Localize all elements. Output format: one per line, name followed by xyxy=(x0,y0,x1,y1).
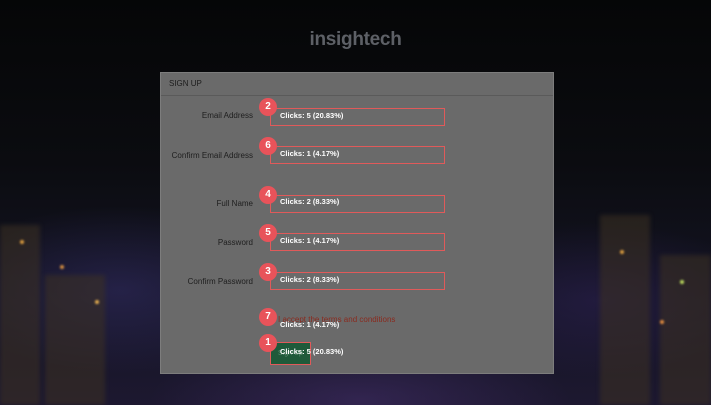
confirm-password-badge: 3 xyxy=(259,263,277,281)
city-light xyxy=(660,320,664,324)
city-light xyxy=(95,300,99,304)
city-light xyxy=(60,265,64,269)
confirm-password-clicks: Clicks: 2 (8.33%) xyxy=(280,275,340,284)
email-clicks: Clicks: 5 (20.83%) xyxy=(280,111,344,120)
terms-badge: 7 xyxy=(259,308,277,326)
password-badge: 5 xyxy=(259,224,277,242)
panel-title: SIGN UP xyxy=(161,73,553,96)
terms-clicks: Clicks: 1 (4.17%) xyxy=(280,320,340,329)
building-shape xyxy=(0,225,40,405)
city-light xyxy=(680,280,684,284)
sign-up-clicks: Clicks: 5 (20.83%) xyxy=(280,347,344,356)
email-badge: 2 xyxy=(259,98,277,116)
full-name-badge: 4 xyxy=(259,186,277,204)
brand-logo: insightech xyxy=(309,29,402,50)
confirm-email-clicks: Clicks: 1 (4.17%) xyxy=(280,149,340,158)
full-name-label: Full Name xyxy=(216,199,253,208)
full-name-clicks: Clicks: 2 (8.33%) xyxy=(280,197,340,206)
password-clicks: Clicks: 1 (4.17%) xyxy=(280,236,340,245)
email-label: Email Address xyxy=(201,111,253,120)
confirm-email-badge: 6 xyxy=(259,137,277,155)
building-shape xyxy=(660,255,711,405)
sign-up-badge: 1 xyxy=(259,334,277,352)
password-label: Password xyxy=(217,238,253,247)
city-light xyxy=(20,240,24,244)
building-shape xyxy=(45,275,105,405)
confirm-password-label: Confirm Password xyxy=(187,277,253,286)
building-shape xyxy=(600,215,650,405)
confirm-email-label: Confirm Email Address xyxy=(171,151,253,160)
city-light xyxy=(620,250,624,254)
signup-panel: SIGN UP Email Address Clicks: 5 (20.83%)… xyxy=(160,72,554,374)
